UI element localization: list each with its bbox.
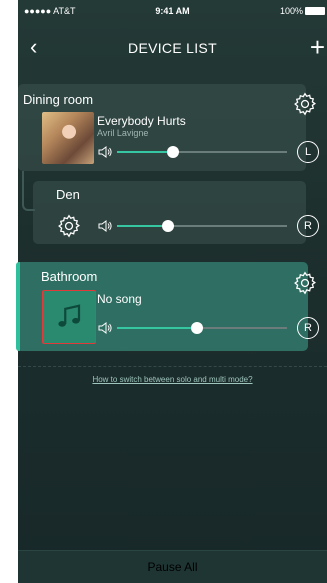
room-name-dining: Dining room (23, 92, 94, 107)
volume-knob[interactable] (190, 322, 203, 334)
add-device-button[interactable]: + (310, 34, 325, 60)
divider (18, 366, 327, 367)
gear-icon[interactable] (292, 270, 318, 296)
pause-all-button[interactable]: Pause All (18, 550, 327, 583)
page-title: DEVICE LIST (128, 40, 217, 56)
album-art[interactable] (42, 112, 94, 164)
mode-button-dining[interactable]: L (297, 141, 319, 163)
room-name-den: Den (56, 187, 80, 202)
help-link[interactable]: How to switch between solo and multi mod… (18, 375, 327, 384)
song-title: Everybody Hurts (97, 114, 186, 128)
song-title: No song (97, 292, 142, 306)
battery-percent: 100% (279, 6, 303, 16)
battery-icon (305, 7, 325, 15)
volume-fill (117, 327, 197, 329)
album-art-placeholder[interactable] (42, 290, 96, 344)
volume-slider-dining[interactable] (97, 144, 287, 160)
speaker-icon (98, 322, 112, 334)
battery-indicator: 100% (280, 6, 325, 16)
mode-button-den[interactable]: R (297, 215, 319, 237)
status-bar: ●●●●● AT&T 9:41 AM 100% (18, 0, 327, 20)
speaker-icon (98, 220, 112, 232)
gear-icon[interactable] (56, 213, 82, 239)
volume-knob[interactable] (162, 220, 174, 232)
volume-fill (117, 151, 174, 153)
volume-slider-bathroom[interactable] (97, 320, 287, 336)
speaker-icon (98, 146, 112, 158)
active-accent-bar (16, 262, 20, 351)
music-note-icon (58, 304, 81, 327)
volume-slider-den[interactable] (97, 218, 287, 234)
volume-knob[interactable] (167, 146, 180, 158)
mode-button-bathroom[interactable]: R (297, 317, 319, 339)
volume-fill (117, 225, 168, 227)
nav-bar: ‹ DEVICE LIST + (18, 34, 327, 64)
room-name-bathroom: Bathroom (41, 269, 98, 284)
artist-name: Avril Lavigne (97, 128, 149, 138)
gear-icon[interactable] (292, 91, 318, 117)
